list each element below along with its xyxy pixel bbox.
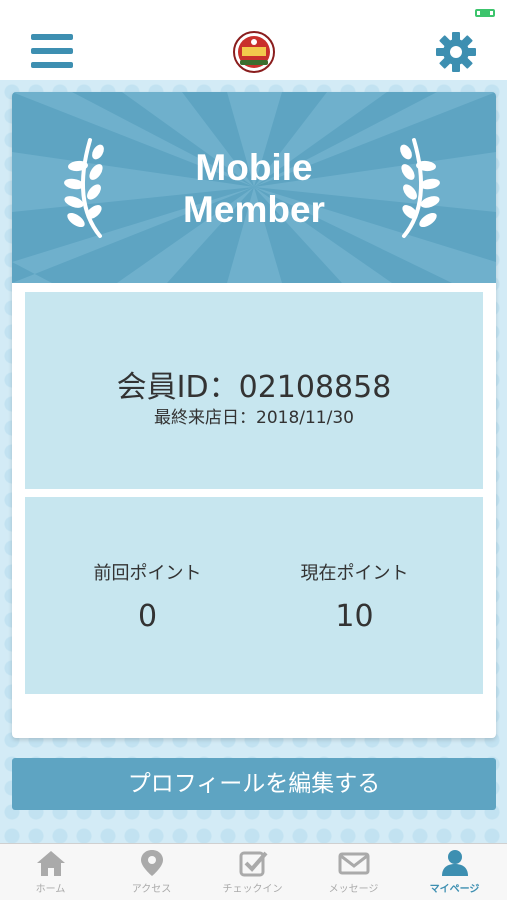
- tab-home[interactable]: ホーム: [0, 844, 101, 900]
- gear-icon[interactable]: [434, 30, 478, 74]
- tab-message-label: メッセージ: [328, 884, 379, 895]
- battery-icon: [475, 9, 495, 17]
- shop-logo: [233, 31, 275, 73]
- tab-message[interactable]: メッセージ: [303, 844, 404, 900]
- member-id: 会員ID：02108858: [116, 370, 392, 405]
- laurel-right-icon: [400, 138, 440, 238]
- checkbox-icon: [239, 851, 268, 877]
- map-pin-icon: [140, 850, 163, 876]
- last-visit-date: 最終来店日：2018/11/30: [154, 408, 354, 428]
- previous-points-value: 0: [137, 599, 158, 634]
- edit-profile-button[interactable]: プロフィールを編集する: [12, 758, 496, 810]
- app-header: [0, 0, 507, 80]
- current-points-label: 現在ポイント: [300, 563, 409, 584]
- points-panel: 前回ポイント 0 現在ポイント 10: [25, 497, 483, 694]
- previous-points: 前回ポイント 0: [33, 559, 262, 634]
- tab-mypage[interactable]: マイページ: [404, 844, 505, 900]
- hamburger-menu-icon[interactable]: [31, 34, 73, 68]
- envelope-icon: [338, 852, 369, 875]
- home-icon: [36, 851, 65, 876]
- mobile-member-banner: Mobile Member: [12, 92, 496, 283]
- current-points-value: 10: [335, 599, 374, 634]
- member-card: Mobile Member 会員ID：02108858 最終来店日：2018/1…: [12, 92, 496, 738]
- previous-points-label: 前回ポイント: [93, 563, 202, 584]
- member-id-panel: 会員ID：02108858 最終来店日：2018/11/30: [25, 292, 483, 489]
- tab-access-label: アクセス: [131, 884, 172, 895]
- tab-access[interactable]: アクセス: [101, 844, 202, 900]
- current-points: 現在ポイント 10: [240, 559, 469, 634]
- user-icon: [441, 850, 468, 876]
- bottom-tab-bar: ホーム アクセス チェックイン メッセージ マイページ: [0, 843, 507, 900]
- tab-checkin-label: チェックイン: [222, 884, 283, 895]
- tab-mypage-label: マイページ: [429, 884, 480, 895]
- tab-home-label: ホーム: [35, 884, 66, 895]
- tab-checkin[interactable]: チェックイン: [202, 844, 303, 900]
